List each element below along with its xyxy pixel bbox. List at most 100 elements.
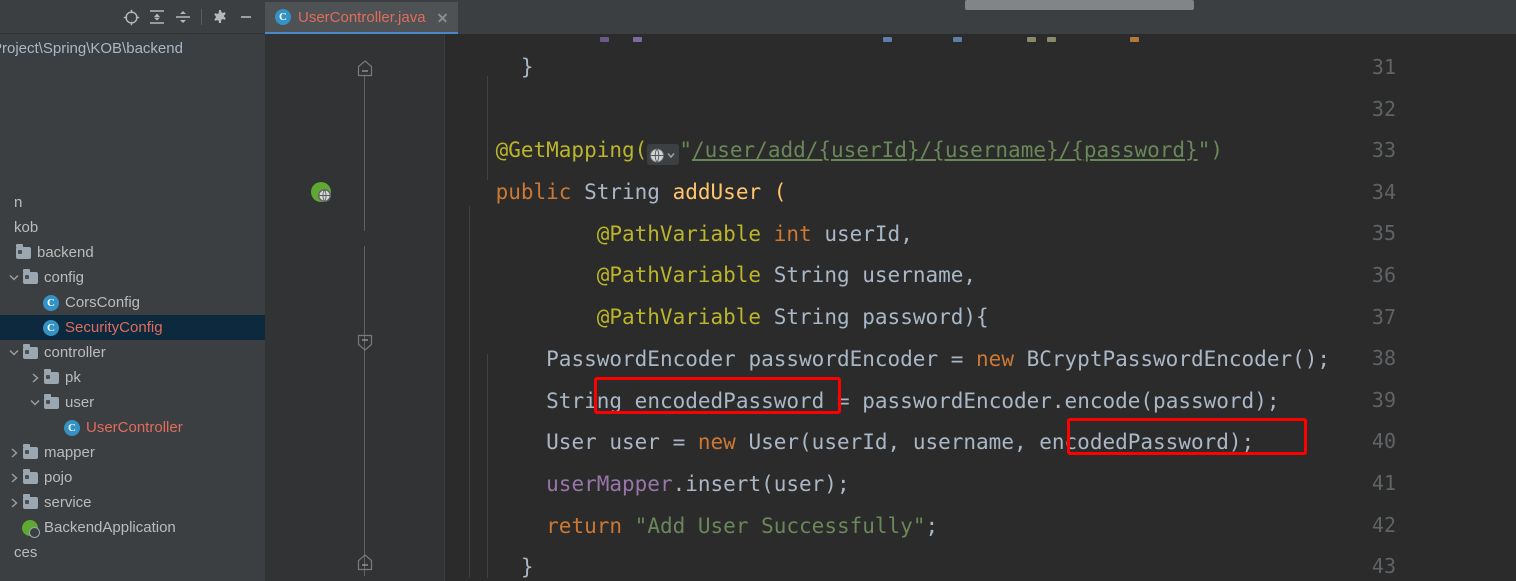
code-token-paren-open-33: ( <box>634 138 648 162</box>
code-token-quote-close-33: ") <box>1197 138 1223 162</box>
chevron-right-icon[interactable] <box>7 496 21 510</box>
tree-item-label: backend <box>37 244 94 261</box>
code-line-34: public String addUser ( <box>445 180 787 204</box>
java-class-icon: C <box>63 419 81 436</box>
editor-tab-bar: C UserController.java <box>265 0 1516 34</box>
project-file-tree[interactable]: n kob backend config C CorsConfig C SecurityCon… <box>0 190 265 565</box>
tree-item-label: n <box>14 194 23 211</box>
project-path-label: Project\Spring\KOB\backend <box>0 40 183 57</box>
code-token-40b: User(userId, username, <box>735 430 1040 454</box>
chevron-down-icon[interactable] <box>7 271 21 285</box>
code-token-semicolon-42: ; <box>925 514 939 538</box>
tree-item-ces[interactable]: ces <box>0 540 265 565</box>
code-token-40c: ); <box>1228 430 1255 454</box>
tree-item-mapper[interactable]: mapper <box>0 440 265 465</box>
tree-item-pojo[interactable]: pojo <box>0 465 265 490</box>
code-token-username: username, <box>862 263 977 287</box>
code-token-38a: PasswordEncoder passwordEncoder = <box>546 347 977 371</box>
collapse-all-icon[interactable] <box>170 4 196 30</box>
folder-icon <box>21 343 39 361</box>
tree-item-n[interactable]: n <box>0 190 265 215</box>
folder-icon <box>42 368 60 386</box>
code-line-33: @GetMapping("/user/add/{userId}/{usernam… <box>445 140 1223 165</box>
fold-region-line-1 <box>364 76 365 231</box>
select-opened-file-icon[interactable] <box>118 4 144 30</box>
tab-usercontroller-java[interactable]: C UserController.java <box>265 2 458 34</box>
code-token-string-37: String <box>773 305 850 329</box>
folder-icon <box>42 393 60 411</box>
editor-body[interactable]: 31 32 33 34 35 36 37 38 39 40 41 42 43 } @GetMapping… <box>265 34 1516 581</box>
tree-item-label: mapper <box>44 444 95 461</box>
tree-item-label: config <box>44 269 85 286</box>
code-token-encodedpassword-decl: encodedPassword <box>634 389 825 413</box>
code-token-quote-33: " <box>679 138 692 162</box>
code-token-password-param: password){ <box>862 305 989 329</box>
navigation-bar-remnant <box>965 0 1194 10</box>
tree-item-label: pojo <box>44 469 73 486</box>
tree-item-securityconfig[interactable]: C SecurityConfig <box>0 315 265 340</box>
code-line-35: @PathVariable int userId, <box>445 224 913 245</box>
ide-window: Project\Spring\KOB\backend n kob backend co… <box>0 0 1516 581</box>
fold-end-marker-31[interactable] <box>357 60 373 77</box>
chevron-right-icon[interactable] <box>7 446 21 460</box>
fold-region-line-2 <box>364 246 365 576</box>
tab-label: UserController.java <box>298 8 426 26</box>
tree-item-label: ces <box>14 544 38 561</box>
code-token-string-36: String <box>773 263 850 287</box>
code-line-43: } <box>445 557 534 578</box>
tree-item-corsconfig[interactable]: C CorsConfig <box>0 290 265 315</box>
tree-item-controller[interactable]: controller <box>0 340 265 365</box>
tree-item-backend[interactable]: backend <box>0 240 265 265</box>
tree-item-label: BackendApplication <box>44 519 176 536</box>
code-token-40a: User user = <box>546 430 698 454</box>
chevron-right-icon[interactable] <box>28 371 42 385</box>
tree-item-label: user <box>65 394 95 411</box>
code-token-39a: String <box>546 389 635 413</box>
spring-boot-application-icon <box>21 519 40 538</box>
code-content[interactable]: } @GetMapping("/user/add/{userId}/{usern… <box>445 34 1516 581</box>
tree-item-service[interactable]: service <box>0 490 265 515</box>
close-icon[interactable] <box>435 10 450 25</box>
code-token-string-type-34: String <box>584 180 660 204</box>
editor-gutter[interactable] <box>265 34 445 581</box>
code-line-39: String encodedPassword = passwordEncoder… <box>445 391 1279 412</box>
tree-item-label: service <box>44 494 92 511</box>
settings-gear-icon[interactable] <box>207 4 233 30</box>
code-token-pathvariable-37: @PathVariable <box>596 305 762 329</box>
fold-end-marker-43[interactable] <box>357 554 373 571</box>
project-toolbar <box>0 0 265 34</box>
tree-item-backendapplication[interactable]: BackendApplication <box>0 515 265 540</box>
tree-item-label: SecurityConfig <box>65 319 163 336</box>
tree-item-config[interactable]: config <box>0 265 265 290</box>
tree-item-kob[interactable]: kob <box>0 215 265 240</box>
tree-item-usercontroller[interactable]: C UserController <box>0 415 265 440</box>
code-token-userid: userId, <box>824 222 913 246</box>
chevron-right-icon[interactable] <box>7 471 21 485</box>
code-token-url[interactable]: /user/add/{userId}/{username}/{password} <box>692 138 1198 162</box>
java-class-icon: C <box>275 9 291 25</box>
folder-icon <box>21 493 39 511</box>
code-line-38: PasswordEncoder passwordEncoder = new BC… <box>445 349 1330 370</box>
web-reference-chip-icon[interactable] <box>647 144 680 165</box>
tree-item-pk[interactable]: pk <box>0 365 265 390</box>
tree-item-label: kob <box>14 219 39 236</box>
hide-tool-window-icon[interactable] <box>233 4 259 30</box>
code-token-pathvariable-36: @PathVariable <box>596 263 762 287</box>
code-token-39b: = passwordEncoder.encode(password); <box>824 389 1280 413</box>
code-token-success-string: "Add User Successfully" <box>634 514 926 538</box>
chevron-down-icon[interactable] <box>28 396 42 410</box>
folder-icon <box>14 243 32 261</box>
code-line-41: userMapper.insert(user); <box>445 472 849 496</box>
expand-all-icon[interactable] <box>144 4 170 30</box>
fold-collapse-marker-37[interactable] <box>357 334 373 351</box>
tree-item-user[interactable]: user <box>0 390 265 415</box>
code-token-usermapper: userMapper <box>546 472 673 496</box>
chevron-down-icon[interactable] <box>7 346 21 360</box>
spring-request-mapping-globe-icon[interactable] <box>310 181 332 203</box>
